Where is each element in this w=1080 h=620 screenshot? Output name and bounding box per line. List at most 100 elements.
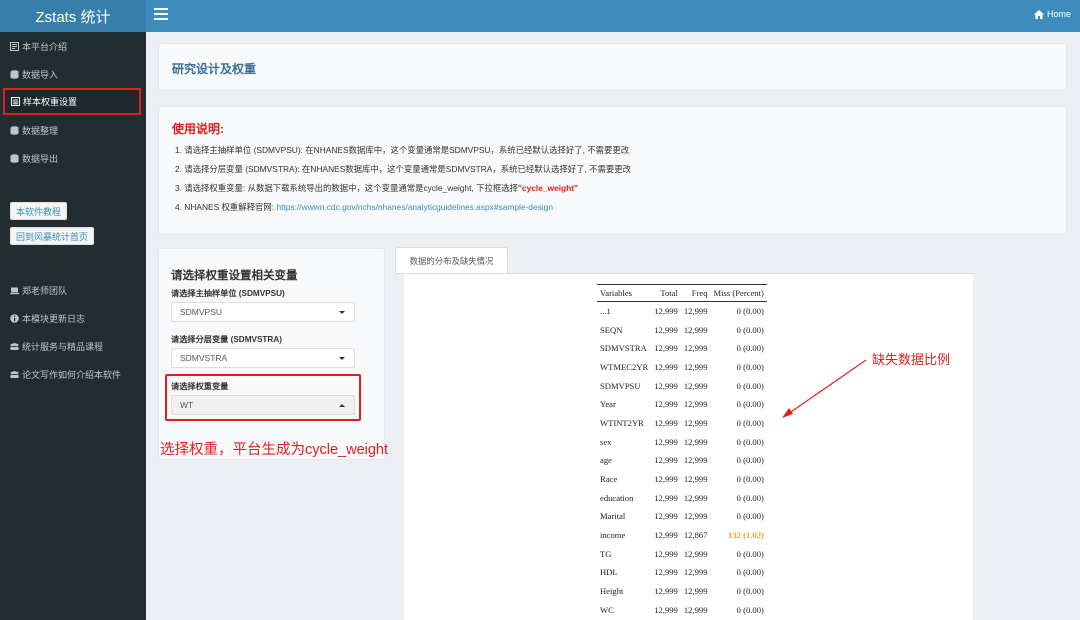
sidebar-link-label: 论文写作如何介绍本软件 [22, 369, 122, 380]
sidebar-item-label: 数据整理 [22, 125, 59, 136]
sidebar-link-services[interactable]: 统计服务与精品课程 [10, 338, 103, 354]
sidebar-item-label: 样本权重设置 [23, 97, 78, 107]
table-cell: 12,999 [683, 380, 708, 391]
sidebar-item-weight-settings[interactable]: 样本权重设置 [3, 88, 141, 115]
weight-label: 请选择权重变量 [171, 382, 229, 391]
sidebar-link-citation[interactable]: 论文写作如何介绍本软件 [10, 366, 121, 382]
table-row: education 12,999 12,999 0 (0.00) [597, 488, 767, 507]
missing-data-annotation: 缺失数据比例 [872, 352, 951, 367]
table-cell: 12,999 [683, 586, 708, 597]
usage-title: 使用说明: [172, 122, 224, 136]
table-cell: SDMVSTRA [600, 343, 647, 354]
table-cell: 0 (0.00) [736, 324, 764, 335]
table-cell: 12,999 [654, 604, 678, 615]
sidebar-item-export[interactable]: 数据导出 [10, 150, 58, 166]
tab-distribution-missing[interactable]: 数据的分布及缺失情况 [395, 247, 508, 274]
table-cell: 12,999 [654, 436, 678, 447]
table-cell: 0 (0.00) [736, 306, 764, 317]
sidebar-link-label: 本模块更新日志 [22, 313, 86, 324]
column-header: Freq [680, 284, 711, 302]
table-row: ...1 12,999 12,999 0 (0.00) [597, 302, 767, 321]
table-cell: 0 (0.00) [736, 586, 764, 597]
table-cell: 12,999 [683, 306, 708, 317]
table-cell: 12,999 [683, 492, 708, 503]
chevron-down-icon [339, 357, 345, 360]
table-cell: 12,999 [683, 436, 708, 447]
usage-line-2: 2. 请选择分层变量 (SDMVSTRA): 在NHANES数据库中，这个变量通… [175, 164, 631, 174]
sidebar: 本平台介绍 数据导入 样本权重设置 数据整理 数据导出 本软件教程 回到风暴统计… [0, 32, 146, 620]
sidebar-item-data-clean[interactable]: 数据整理 [10, 122, 58, 138]
distribution-table: Variables Total Freq Miss (Percent) ...1 12,… [597, 284, 767, 619]
users-icon [10, 370, 19, 378]
table-cell: SDMVPSU [600, 380, 641, 391]
app-logo[interactable]: Zstats 统计 [0, 0, 146, 32]
sidebar-link-changelog[interactable]: 本模块更新日志 [10, 310, 85, 326]
table-cell: 0 (0.00) [736, 492, 764, 503]
table-cell: 12,999 [654, 511, 678, 522]
table-cell: 12,999 [683, 548, 708, 559]
table-cell: 12,999 [683, 399, 708, 410]
table-cell: 0 (0.00) [736, 417, 764, 428]
table-row: TG 12,999 12,999 0 (0.00) [597, 544, 767, 563]
table-cell: 12,999 [654, 380, 678, 391]
table-cell: 12,999 [654, 399, 678, 410]
sidebar-link-label: 郑老师团队 [22, 285, 68, 296]
users-icon [10, 342, 19, 350]
sidebar-item-label: 数据导出 [22, 153, 59, 164]
table-cell: 0 (0.00) [736, 380, 764, 391]
weight-select-value: WT [180, 400, 194, 410]
tutorial-button[interactable]: 本软件教程 [10, 202, 68, 220]
table-row: age 12,999 12,999 0 (0.00) [597, 451, 767, 470]
home-link[interactable]: Home [1033, 9, 1071, 19]
table-row: Race 12,999 12,999 0 (0.00) [597, 470, 767, 489]
weight-settings-box: 请选择权重设置相关变量 请选择主抽样单位 (SDMVPSU) SDMVPSU 请… [158, 248, 385, 460]
nhanes-guideline-link[interactable]: https://wwwn.cdc.gov/nchs/nhanes/analyti… [276, 202, 553, 212]
table-cell: 0 (0.00) [736, 436, 764, 447]
table-cell: income [600, 530, 626, 541]
table-row: income 12,999 12,867 132 (1.02) [597, 526, 767, 545]
table-cell: 0 (0.00) [736, 455, 764, 466]
table-cell: WC [600, 604, 614, 615]
sidebar-item-import[interactable]: 数据导入 [10, 66, 58, 82]
distribution-panel: Variables Total Freq Miss (Percent) ...1 12,… [404, 274, 973, 620]
strata-select[interactable]: SDMVSTRA [171, 348, 355, 368]
menu-toggle-icon[interactable] [154, 8, 168, 22]
table-cell: 132 (1.02) [728, 530, 764, 541]
top-navbar: Home [146, 0, 1080, 32]
table-cell: education [600, 492, 634, 503]
back-home-button[interactable]: 回到风暴统计首页 [10, 227, 95, 245]
psu-select[interactable]: SDMVPSU [171, 302, 355, 322]
table-cell: 0 (0.00) [736, 511, 764, 522]
table-cell: 0 (0.00) [736, 548, 764, 559]
usage-line-4-text: 4. NHANES 权重解释官网: [175, 202, 277, 212]
table-cell: Race [600, 474, 618, 485]
psu-label: 请选择主抽样单位 (SDMVPSU) [171, 289, 285, 298]
table-cell: 12,867 [683, 530, 708, 541]
table-cell: Marital [600, 511, 626, 522]
page-title-box: 研究设计及权重 [158, 43, 1067, 91]
settings-title: 请选择权重设置相关变量 [171, 270, 298, 282]
table-cell: WTINT2YR [600, 417, 644, 428]
table-row: sex 12,999 12,999 0 (0.00) [597, 432, 767, 451]
table-cell: TG [600, 548, 612, 559]
table-cell: 0 (0.00) [736, 474, 764, 485]
sidebar-item-intro[interactable]: 本平台介绍 [10, 38, 67, 54]
table-row: WC 12,999 12,999 0 (0.00) [597, 601, 767, 620]
table-cell: 12,999 [654, 455, 678, 466]
psu-select-value: SDMVPSU [180, 307, 223, 317]
table-cell: 12,999 [683, 511, 708, 522]
table-cell: age [600, 455, 612, 466]
table-row: SDMVSTRA 12,999 12,999 0 (0.00) [597, 339, 767, 358]
table-row: SDMVPSU 12,999 12,999 0 (0.00) [597, 376, 767, 395]
table-cell: sex [600, 436, 612, 447]
table-cell: 12,999 [654, 474, 678, 485]
weight-select[interactable]: WT [171, 395, 355, 415]
strata-select-value: SDMVSTRA [180, 353, 228, 363]
table-cell: 0 (0.00) [736, 399, 764, 410]
table-row: SEQN 12,999 12,999 0 (0.00) [597, 320, 767, 339]
table-cell: 0 (0.00) [736, 604, 764, 615]
sidebar-link-team[interactable]: 郑老师团队 [10, 282, 67, 298]
table-row: WTMEC2YR 12,999 12,999 0 (0.00) [597, 358, 767, 377]
table-cell: SEQN [600, 324, 623, 335]
info-circle-icon [10, 313, 19, 323]
